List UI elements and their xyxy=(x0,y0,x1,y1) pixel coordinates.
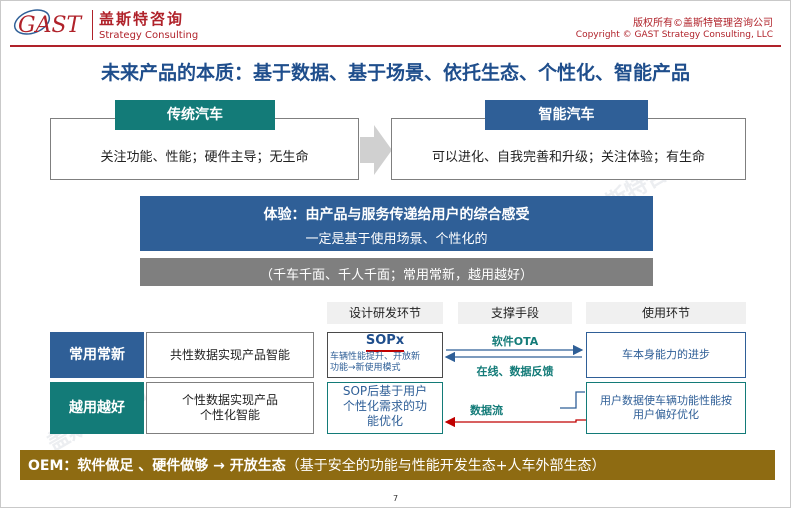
arrow-flow-up xyxy=(560,391,585,409)
oem-text: OEM：软件做足 、硬件做够 → 开放生态（基于安全的功能与性能开发生态+人车外… xyxy=(28,455,605,475)
connector-arrows xyxy=(444,344,586,428)
page-number: 7 xyxy=(392,494,399,503)
oem-suffix: （基于安全的功能与性能开发生态+人车外部生态） xyxy=(285,458,606,474)
oem-prefix: OEM：软件做足 、硬件做够 → 开放生态 xyxy=(28,458,286,474)
arrow-flow-left xyxy=(444,416,586,428)
